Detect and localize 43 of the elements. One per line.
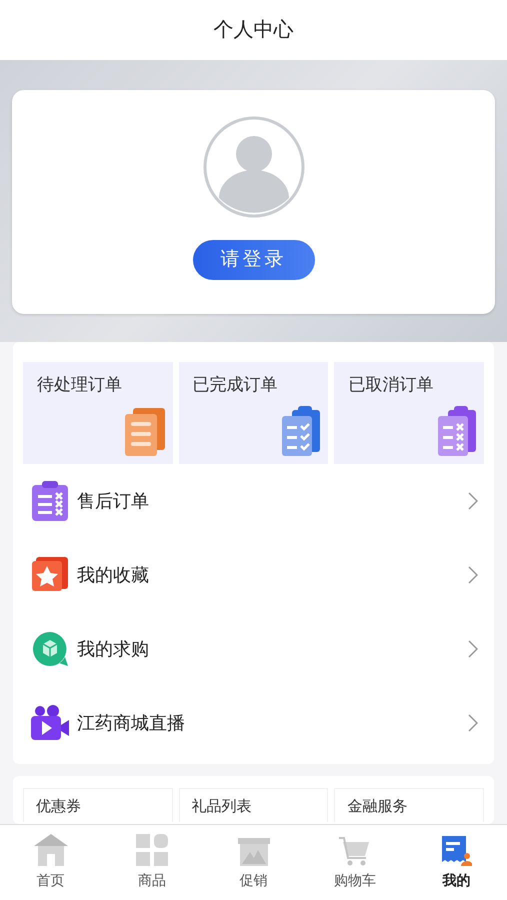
home-icon	[34, 834, 68, 866]
service-tile-label: 优惠券	[36, 798, 81, 815]
tab-item[interactable]: 首页	[0, 825, 102, 900]
chevron-right-icon	[468, 640, 478, 658]
menu-item[interactable]: 售后订单	[23, 464, 484, 538]
service-tile[interactable]: 优惠券	[23, 788, 173, 822]
chevron-right-icon	[468, 492, 478, 510]
service-tile[interactable]: 礼品列表	[178, 788, 328, 822]
service-tile-label: 金融服务	[347, 798, 408, 815]
tab-item[interactable]: 购物车	[304, 825, 406, 900]
tab-item[interactable]: 促销	[202, 825, 304, 900]
service-tile[interactable]: 金融服务	[334, 788, 484, 822]
menu-item-label: 江药商城直播	[77, 712, 185, 734]
menu-item[interactable]: 江药商城直播	[23, 686, 484, 760]
video-camera-icon	[31, 705, 69, 741]
clipboard-icon	[438, 406, 476, 456]
documents-icon	[124, 408, 165, 456]
chevron-right-icon	[468, 714, 478, 732]
order-tile-label: 已完成订单	[192, 375, 278, 394]
package-chat-icon	[32, 631, 68, 667]
order-tile[interactable]: 已取消订单	[334, 362, 484, 464]
star-icon	[32, 557, 68, 593]
menu-item-label: 我的求购	[77, 638, 149, 660]
page-title: 个人中心	[214, 18, 294, 43]
shopping-cart-icon	[338, 834, 371, 866]
order-tile-label: 已取消订单	[348, 375, 434, 394]
grid-icon	[136, 834, 168, 866]
tab-item[interactable]: 商品	[101, 825, 203, 900]
avatar-icon	[202, 116, 304, 218]
receipt-user-icon	[440, 834, 472, 866]
menu-item-label: 我的收藏	[77, 564, 149, 586]
order-tile[interactable]: 待处理订单	[23, 362, 173, 464]
menu-item[interactable]: 我的收藏	[23, 538, 484, 612]
clipboard-icon	[32, 481, 68, 521]
menu-item-label: 售后订单	[77, 490, 149, 512]
tab-item[interactable]: 我的	[406, 825, 507, 900]
chevron-right-icon	[468, 566, 478, 584]
order-tile[interactable]: 已完成订单	[178, 362, 328, 464]
menu-item[interactable]: 我的求购	[23, 612, 484, 686]
login-button[interactable]: 请登录	[192, 240, 314, 280]
service-tile-label: 礼品列表	[192, 798, 252, 815]
order-tile-label: 待处理订单	[37, 375, 122, 394]
clipboard-icon	[282, 406, 320, 456]
